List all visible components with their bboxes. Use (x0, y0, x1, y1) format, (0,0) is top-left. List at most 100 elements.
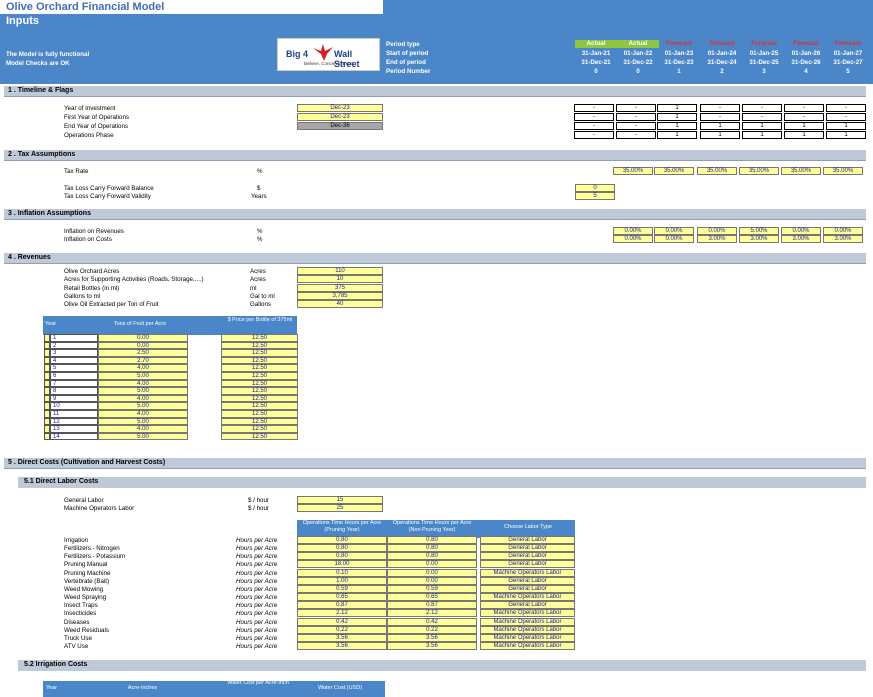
nonpruning-hours-input[interactable]: 2.12 (387, 609, 477, 618)
tax-rate-input[interactable]: 35.00% (654, 167, 694, 175)
price-input[interactable]: 12.50 (221, 364, 298, 372)
tlcv-input[interactable]: 5 (575, 192, 615, 200)
tons-input[interactable]: 2.50 (98, 349, 188, 357)
nonpruning-hours-input[interactable]: 0.65 (387, 593, 477, 602)
tons-input[interactable]: 0.00 (98, 341, 188, 350)
labor-type-select[interactable]: General Labor (480, 584, 575, 593)
labor-type-select[interactable]: General Labor (480, 544, 575, 553)
inflation-rev-input[interactable]: 0.00% (697, 227, 737, 235)
labor-type-select[interactable]: General Labor (480, 536, 575, 544)
tons-input[interactable]: 5.00 (98, 432, 188, 441)
price-input[interactable]: 12.50 (221, 349, 298, 357)
pruning-hours-input[interactable]: 3.56 (297, 633, 387, 642)
tons-input[interactable]: 5.00 (98, 372, 188, 380)
tons-input[interactable]: 2.70 (98, 356, 188, 365)
inflation-cost-input[interactable]: 0.00% (613, 235, 653, 243)
labor-type-select[interactable]: General Labor (480, 560, 575, 569)
pruning-hours-input[interactable]: 0.80 (297, 536, 387, 544)
price-input[interactable]: 12.50 (221, 410, 298, 418)
revenue-param-input[interactable]: 110 (297, 267, 383, 275)
nonpruning-hours-input[interactable]: 3.56 (387, 641, 477, 650)
labor-type-select[interactable]: Machine Operators Labor (480, 617, 575, 626)
price-input[interactable]: 12.50 (221, 334, 298, 342)
revenue-param-input[interactable]: 10 (297, 275, 383, 284)
nonpruning-hours-input[interactable]: 0.80 (387, 536, 477, 544)
tax-rate-input[interactable]: 35.00% (739, 167, 779, 175)
price-input[interactable]: 12.50 (221, 379, 298, 388)
nonpruning-hours-input[interactable]: 0.00 (387, 576, 477, 585)
price-input[interactable]: 12.50 (221, 432, 298, 441)
labor-type-select[interactable]: Machine Operators Labor (480, 609, 575, 618)
labor-type-select[interactable]: Machine Operators Labor (480, 568, 575, 577)
nonpruning-hours-input[interactable]: 0.80 (387, 552, 477, 561)
pruning-hours-input[interactable]: 2.12 (297, 609, 387, 618)
labor-type-select[interactable]: Machine Operators Labor (480, 593, 575, 602)
labor-type-select[interactable]: General Labor (480, 576, 575, 585)
price-input[interactable]: 12.50 (221, 372, 298, 380)
tons-input[interactable]: 4.00 (98, 410, 188, 418)
revenue-param-input[interactable]: 375 (297, 283, 383, 292)
pruning-hours-input[interactable]: 0.80 (297, 544, 387, 553)
inflation-rev-input[interactable]: 5.00% (739, 227, 779, 235)
inflation-rev-input[interactable]: 0.00% (781, 227, 821, 235)
tons-input[interactable]: 5.00 (98, 387, 188, 395)
pruning-hours-input[interactable]: 18.00 (297, 560, 387, 569)
nonpruning-hours-input[interactable]: 3.56 (387, 633, 477, 642)
revenue-param-input[interactable]: 40 (297, 300, 383, 309)
revenue-param-unit: Acres (250, 268, 266, 275)
labor-type-select[interactable]: General Labor (480, 601, 575, 610)
nonpruning-hours-input[interactable]: 0.59 (387, 584, 477, 593)
pruning-hours-input[interactable]: 0.80 (297, 552, 387, 561)
inflation-cost-input[interactable]: 3.00% (823, 235, 863, 243)
tons-input[interactable]: 4.00 (98, 425, 188, 433)
labor-rate-input[interactable]: 15 (297, 496, 383, 504)
price-input[interactable]: 12.50 (221, 356, 298, 365)
nonpruning-hours-input[interactable]: 0.00 (387, 560, 477, 569)
nonpruning-hours-input[interactable]: 0.42 (387, 617, 477, 626)
inflation-cost-input[interactable]: 0.00% (654, 235, 694, 243)
price-input[interactable]: 12.50 (221, 417, 298, 426)
tons-input[interactable]: 4.00 (98, 394, 188, 403)
revenue-param-input[interactable]: 3,785 (297, 291, 383, 300)
price-input[interactable]: 12.50 (221, 341, 298, 350)
pruning-hours-input[interactable]: 0.65 (297, 593, 387, 602)
timeline-date-input[interactable]: Dec-23 (297, 104, 383, 112)
inflation-cost-input[interactable]: 3.00% (781, 235, 821, 243)
pruning-hours-input[interactable]: 0.42 (297, 617, 387, 626)
tons-input[interactable]: 5.00 (98, 402, 188, 410)
tax-rate-input[interactable]: 35.00% (613, 167, 653, 175)
price-input[interactable]: 12.50 (221, 425, 298, 433)
labor-type-select[interactable]: Machine Operators Labor (480, 641, 575, 650)
pruning-hours-input[interactable]: 3.56 (297, 641, 387, 650)
tax-rate-input[interactable]: 35.00% (781, 167, 821, 175)
pruning-hours-input[interactable]: 0.59 (297, 584, 387, 593)
inflation-cost-input[interactable]: 3.00% (697, 235, 737, 243)
pruning-hours-input[interactable]: 0.10 (297, 568, 387, 577)
nonpruning-hours-input[interactable]: 0.80 (387, 544, 477, 553)
pruning-hours-input[interactable]: 0.22 (297, 625, 387, 634)
tons-input[interactable]: 0.00 (98, 334, 188, 342)
labor-type-select[interactable]: Machine Operators Labor (480, 633, 575, 642)
tax-rate-input[interactable]: 35.00% (823, 167, 863, 175)
pruning-hours-input[interactable]: 1.00 (297, 576, 387, 585)
price-input[interactable]: 12.50 (221, 402, 298, 410)
labor-type-select[interactable]: Machine Operators Labor (480, 625, 575, 634)
inflation-rev-input[interactable]: 0.00% (823, 227, 863, 235)
tax-rate-input[interactable]: 35.00% (697, 167, 737, 175)
price-input[interactable]: 12.50 (221, 387, 298, 395)
inflation-rev-input[interactable]: 0.00% (613, 227, 653, 235)
labor-rate-input[interactable]: 25 (297, 504, 383, 512)
nonpruning-hours-input[interactable]: 0.87 (387, 601, 477, 610)
tons-input[interactable]: 4.00 (98, 379, 188, 388)
price-input[interactable]: 12.50 (221, 394, 298, 403)
inflation-rev-input[interactable]: 0.00% (654, 227, 694, 235)
tlcf-input[interactable]: 0 (575, 184, 615, 192)
inflation-cost-input[interactable]: 3.00% (739, 235, 779, 243)
timeline-date-input[interactable]: Dec-23 (297, 113, 383, 121)
labor-type-select[interactable]: General Labor (480, 552, 575, 561)
pruning-hours-input[interactable]: 0.87 (297, 601, 387, 610)
nonpruning-hours-input[interactable]: 0.00 (387, 568, 477, 577)
tons-input[interactable]: 5.00 (98, 417, 188, 426)
nonpruning-hours-input[interactable]: 0.22 (387, 625, 477, 634)
tons-input[interactable]: 4.00 (98, 364, 188, 372)
